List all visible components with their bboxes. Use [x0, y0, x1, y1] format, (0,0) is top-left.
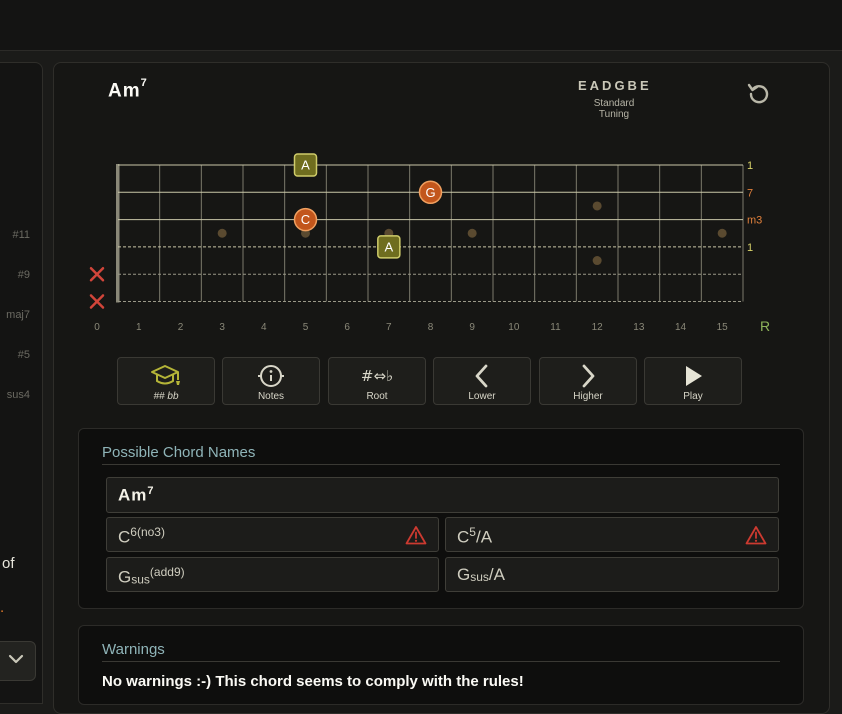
- fret-number: 2: [178, 322, 184, 333]
- nut: [116, 164, 120, 303]
- play-button[interactable]: Play: [644, 357, 742, 405]
- warnings-text: No warnings :-) This chord seems to comp…: [102, 673, 524, 690]
- higher-label: Higher: [573, 391, 603, 402]
- chord-name-option[interactable]: C5/A: [445, 517, 779, 552]
- interval-label: m3: [747, 215, 762, 227]
- fret-number: 6: [344, 322, 350, 333]
- muted-string-x-icon[interactable]: [89, 266, 105, 282]
- sidebar-partial-text: of: [2, 555, 15, 572]
- warning-icon: [405, 526, 427, 545]
- fret-number: 1: [136, 322, 142, 333]
- sidebar-dropdown[interactable]: [0, 641, 36, 681]
- note-label: C: [301, 212, 310, 227]
- fret-number: 3: [219, 322, 225, 333]
- note-label: A: [301, 158, 310, 173]
- fret-number: 4: [261, 322, 267, 333]
- fret-number: 0: [94, 322, 100, 333]
- interval-label: 1: [747, 242, 753, 254]
- lower-button[interactable]: Lower: [433, 357, 531, 405]
- note-label: A: [384, 239, 393, 254]
- chevron-down-icon: [8, 654, 24, 664]
- fret-inlay-dot: [717, 228, 727, 238]
- fret-number: 9: [469, 322, 475, 333]
- fret-number: 12: [592, 322, 604, 333]
- fret-number: 5: [303, 322, 309, 333]
- note-label: G: [425, 185, 435, 200]
- fret-number: 15: [717, 322, 729, 333]
- chevron-right-icon: [582, 364, 595, 388]
- fret-number: 11: [550, 322, 561, 333]
- graduation-cap-icon: [151, 365, 180, 385]
- divider: [102, 661, 780, 662]
- sidebar-label-sus4[interactable]: sus4: [7, 389, 30, 401]
- fret-inlay-dot: [592, 256, 602, 266]
- interval-label: 7: [747, 187, 753, 199]
- higher-button[interactable]: Higher: [539, 357, 637, 405]
- chevron-left-icon: [475, 364, 488, 388]
- lower-label: Lower: [468, 391, 496, 402]
- fret-number: 8: [428, 322, 434, 333]
- muted-string-x-icon[interactable]: [89, 294, 105, 309]
- chord-name-option[interactable]: Gsus/A: [445, 557, 779, 592]
- root-label: Root: [366, 391, 388, 402]
- possible-names-title: Possible Chord Names: [102, 444, 256, 461]
- fret-number: 10: [508, 322, 520, 333]
- root-button[interactable]: #⇔♭ Root: [328, 357, 426, 405]
- interval-label: 1: [747, 160, 753, 172]
- fret-number: 14: [675, 322, 687, 333]
- fret-inlay-dot: [592, 201, 602, 211]
- possible-names-panel: Possible Chord Names Am7 C6(no3) C5/A Gs…: [78, 428, 804, 609]
- sidebar-label-sharp5[interactable]: #5: [18, 349, 30, 361]
- fret-inlay-dot: [217, 228, 227, 238]
- warnings-title: Warnings: [102, 641, 165, 658]
- warnings-panel: Warnings No warnings :-) This chord seem…: [78, 625, 804, 705]
- notes-label: Notes: [257, 391, 285, 402]
- info-icon: [258, 365, 284, 387]
- sidebar-partial-text-2: .: [0, 599, 5, 616]
- play-icon: [686, 366, 702, 386]
- fret-number: 13: [633, 322, 645, 333]
- divider: [102, 464, 780, 465]
- fret-number: 7: [386, 322, 392, 333]
- warning-icon: [745, 526, 767, 545]
- sharp-flat-icon: #⇔♭: [360, 367, 394, 385]
- chord-name-option[interactable]: Gsus(add9): [106, 557, 439, 592]
- accidentals-button[interactable]: ## bb: [117, 357, 215, 405]
- fret-inlay-dot: [467, 228, 477, 238]
- accidentals-label: ## bb: [153, 391, 179, 402]
- fretboard[interactable]: 17m31AGCA0 1 2 3 4 5 6 7 8 9 10 11 12 13 14 15 R: [0, 0, 842, 345]
- root-label-r[interactable]: R: [760, 318, 770, 334]
- notes-button[interactable]: Notes: [222, 357, 320, 405]
- chord-name-option[interactable]: C6(no3): [106, 517, 439, 552]
- play-label: Play: [683, 391, 703, 402]
- chord-name-primary[interactable]: Am7: [106, 477, 779, 513]
